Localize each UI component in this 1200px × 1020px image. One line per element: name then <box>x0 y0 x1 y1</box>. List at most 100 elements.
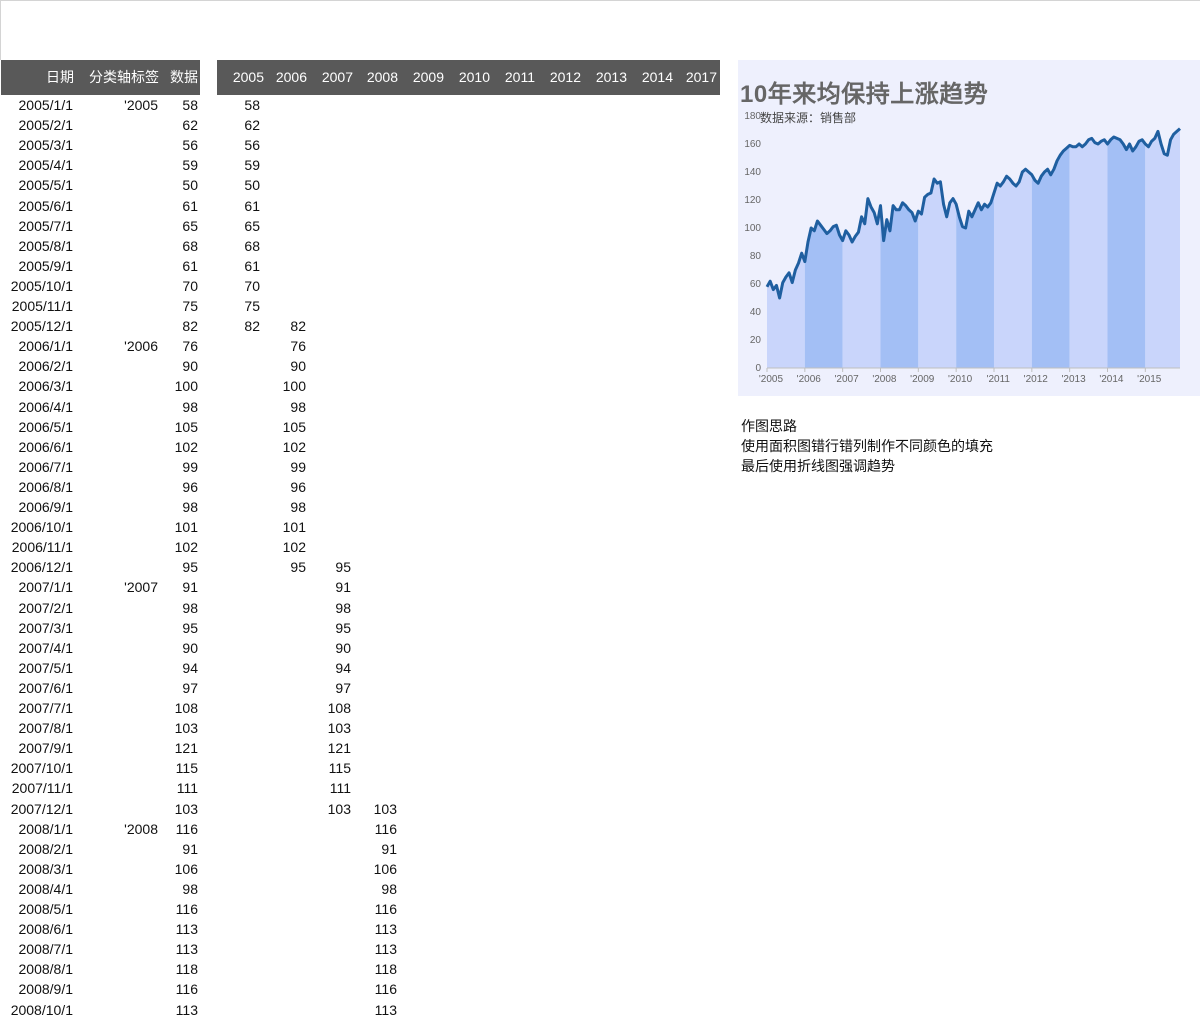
cell-date[interactable]: 2007/12/1 <box>1 799 73 819</box>
cell-year-value[interactable]: 56 <box>220 135 260 155</box>
cell-date[interactable]: 2005/6/1 <box>1 196 74 216</box>
cell-category-label[interactable] <box>88 356 158 376</box>
cell-year-value[interactable]: 62 <box>220 115 260 135</box>
cell-value[interactable]: 102 <box>158 437 198 457</box>
cell-date[interactable]: 2005/1/1 <box>1 95 74 115</box>
header-year[interactable]: 2006 <box>261 60 307 95</box>
header-year[interactable]: 2009 <box>398 60 444 95</box>
cell-date[interactable]: 2006/11/1 <box>1 537 73 557</box>
cell-date[interactable]: 2006/7/1 <box>1 457 74 477</box>
cell-year-value[interactable]: 115 <box>311 758 351 778</box>
cell-date[interactable]: 2008/1/1 <box>1 819 74 839</box>
cell-year-value[interactable]: 113 <box>357 939 397 959</box>
cell-value[interactable]: 113 <box>158 939 198 959</box>
cell-year-value[interactable]: 99 <box>266 457 306 477</box>
cell-category-label[interactable] <box>88 537 158 557</box>
cell-date[interactable]: 2007/7/1 <box>1 698 74 718</box>
cell-year-value[interactable]: 95 <box>266 557 306 577</box>
cell-date[interactable]: 2006/9/1 <box>1 497 74 517</box>
cell-category-label[interactable] <box>88 839 158 859</box>
cell-year-value[interactable]: 103 <box>311 718 351 738</box>
cell-category-label[interactable] <box>88 135 158 155</box>
cell-category-label[interactable]: '2005 <box>88 95 158 115</box>
cell-year-value[interactable]: 102 <box>266 437 306 457</box>
cell-value[interactable]: 58 <box>158 95 198 115</box>
cell-date[interactable]: 2006/6/1 <box>1 437 74 457</box>
cell-value[interactable]: 116 <box>158 899 198 919</box>
cell-category-label[interactable] <box>88 959 158 979</box>
cell-value[interactable]: 103 <box>158 718 198 738</box>
cell-category-label[interactable] <box>88 758 158 778</box>
cell-date[interactable]: 2007/2/1 <box>1 598 74 618</box>
cell-value[interactable]: 98 <box>158 497 198 517</box>
cell-date[interactable]: 2005/11/1 <box>1 296 73 316</box>
cell-category-label[interactable] <box>88 678 158 698</box>
cell-year-value[interactable]: 97 <box>311 678 351 698</box>
header-year[interactable]: 2010 <box>444 60 490 95</box>
cell-value[interactable]: 121 <box>158 738 198 758</box>
cell-category-label[interactable] <box>88 296 158 316</box>
cell-category-label[interactable] <box>88 417 158 437</box>
cell-year-value[interactable]: 68 <box>220 236 260 256</box>
cell-date[interactable]: 2008/9/1 <box>1 979 74 999</box>
cell-category-label[interactable] <box>88 477 158 497</box>
cell-category-label[interactable] <box>88 979 158 999</box>
cell-year-value[interactable]: 105 <box>266 417 306 437</box>
cell-category-label[interactable] <box>88 799 158 819</box>
cell-date[interactable]: 2005/7/1 <box>1 216 74 236</box>
header-year[interactable]: 2017 <box>671 60 717 95</box>
cell-year-value[interactable]: 108 <box>311 698 351 718</box>
cell-date[interactable]: 2006/1/1 <box>1 336 74 356</box>
cell-value[interactable]: 108 <box>158 698 198 718</box>
cell-year-value[interactable]: 82 <box>266 316 306 336</box>
cell-date[interactable]: 2006/3/1 <box>1 376 74 396</box>
cell-value[interactable]: 68 <box>158 236 198 256</box>
header-year[interactable]: 2007 <box>307 60 353 95</box>
cell-category-label[interactable] <box>88 517 158 537</box>
cell-date[interactable]: 2008/3/1 <box>1 859 74 879</box>
cell-year-value[interactable]: 116 <box>357 899 397 919</box>
cell-category-label[interactable] <box>88 175 158 195</box>
cell-year-value[interactable]: 111 <box>311 778 351 798</box>
cell-category-label[interactable] <box>88 196 158 216</box>
cell-date[interactable]: 2008/4/1 <box>1 879 74 899</box>
cell-year-value[interactable]: 61 <box>220 196 260 216</box>
cell-value[interactable]: 98 <box>158 598 198 618</box>
cell-year-value[interactable]: 65 <box>220 216 260 236</box>
cell-value[interactable]: 61 <box>158 196 198 216</box>
cell-value[interactable]: 97 <box>158 678 198 698</box>
cell-value[interactable]: 82 <box>158 316 198 336</box>
cell-year-value[interactable]: 118 <box>357 959 397 979</box>
cell-value[interactable]: 113 <box>158 1000 198 1020</box>
cell-year-value[interactable]: 121 <box>311 738 351 758</box>
cell-category-label[interactable] <box>88 939 158 959</box>
cell-category-label[interactable] <box>88 376 158 396</box>
cell-category-label[interactable] <box>88 738 158 758</box>
cell-value[interactable]: 50 <box>158 175 198 195</box>
cell-year-value[interactable]: 90 <box>311 638 351 658</box>
header-year[interactable]: 2011 <box>489 60 535 95</box>
cell-value[interactable]: 75 <box>158 296 198 316</box>
cell-category-label[interactable]: '2008 <box>88 819 158 839</box>
cell-year-value[interactable]: 95 <box>311 557 351 577</box>
cell-year-value[interactable]: 100 <box>266 376 306 396</box>
cell-date[interactable]: 2005/2/1 <box>1 115 74 135</box>
cell-date[interactable]: 2008/7/1 <box>1 939 74 959</box>
cell-value[interactable]: 61 <box>158 256 198 276</box>
cell-category-label[interactable] <box>88 919 158 939</box>
cell-year-value[interactable]: 94 <box>311 658 351 678</box>
header-year[interactable]: 2005 <box>218 60 264 95</box>
cell-year-value[interactable]: 113 <box>357 919 397 939</box>
cell-value[interactable]: 111 <box>158 778 198 798</box>
header-category-label[interactable]: 分类轴标签 <box>79 60 159 95</box>
cell-category-label[interactable] <box>88 879 158 899</box>
cell-date[interactable]: 2008/5/1 <box>1 899 74 919</box>
cell-year-value[interactable]: 50 <box>220 175 260 195</box>
cell-year-value[interactable]: 116 <box>357 979 397 999</box>
cell-value[interactable]: 116 <box>158 819 198 839</box>
cell-category-label[interactable] <box>88 638 158 658</box>
cell-year-value[interactable]: 103 <box>311 799 351 819</box>
cell-date[interactable]: 2007/11/1 <box>1 778 73 798</box>
cell-date[interactable]: 2008/2/1 <box>1 839 74 859</box>
cell-category-label[interactable] <box>88 557 158 577</box>
